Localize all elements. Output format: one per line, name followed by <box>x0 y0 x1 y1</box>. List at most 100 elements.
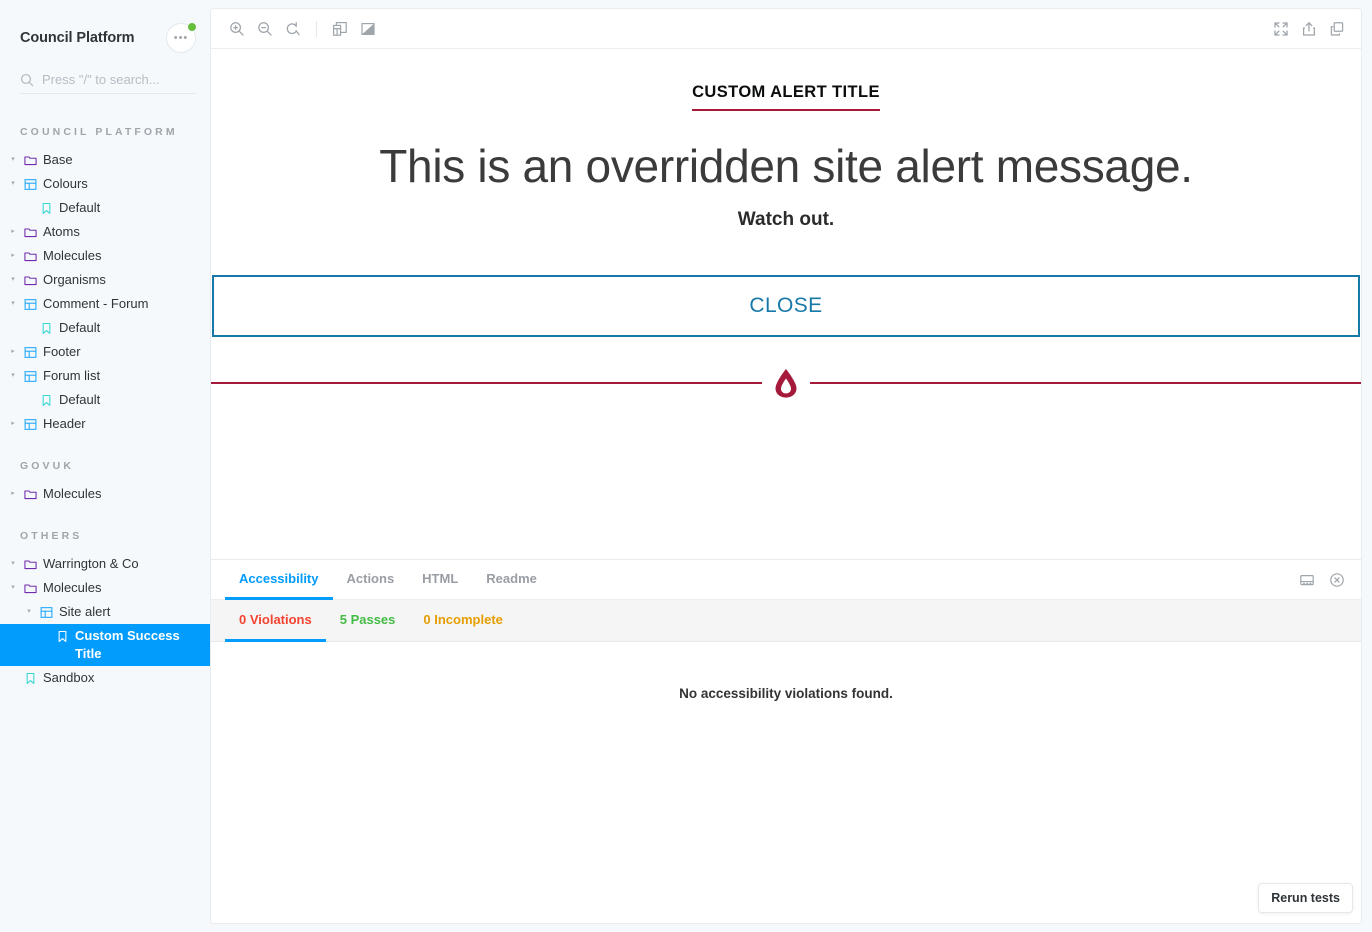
folder-icon <box>24 155 37 165</box>
folder-icon-wrap <box>24 485 37 503</box>
zoom-out-icon[interactable] <box>251 15 279 43</box>
background-icon[interactable] <box>354 15 382 43</box>
zoom-in-icon[interactable] <box>223 15 251 43</box>
dock-bottom-icon[interactable] <box>1293 566 1321 594</box>
chevron-down-icon[interactable] <box>8 579 18 597</box>
sidebar-item-label: Colours <box>43 176 88 191</box>
chevron-right-icon[interactable] <box>8 343 18 361</box>
sidebar-item-organisms[interactable]: Organisms <box>0 268 210 292</box>
rerun-tests-button[interactable]: Rerun tests <box>1258 883 1353 913</box>
sidebar-item-molecules[interactable]: Molecules <box>0 244 210 268</box>
accessibility-results: No accessibility violations found. Rerun… <box>211 642 1361 923</box>
chevron-down-icon[interactable] <box>8 175 18 193</box>
sidebar-menu-button[interactable]: ••• <box>166 22 197 53</box>
a11y-tab-0-incomplete[interactable]: 0 Incomplete <box>409 600 516 642</box>
component-icon <box>40 606 53 618</box>
alert-close-button[interactable]: CLOSE <box>212 275 1360 337</box>
sidebar-item-label: Forum list <box>43 368 101 383</box>
chevron-right-icon[interactable] <box>8 415 18 433</box>
sidebar-tree: Council Platform Base Colours Default Atoms M… <box>0 116 210 932</box>
sidebar-section-spacer <box>0 506 210 520</box>
tab-actions[interactable]: Actions <box>333 560 409 600</box>
story-icon-wrap <box>56 627 69 645</box>
addon-tab-bar: Accessibility Actions HTML Readme <box>211 560 1361 600</box>
tab-readme[interactable]: Readme <box>472 560 551 600</box>
sidebar-item-atoms[interactable]: Atoms <box>0 220 210 244</box>
sidebar-item-site-alert[interactable]: Site alert <box>0 600 210 624</box>
chevron-down-icon[interactable] <box>8 367 18 385</box>
alert-subtext: Watch out. <box>737 209 835 230</box>
sidebar-item-header[interactable]: Header <box>0 412 210 436</box>
story-icon <box>26 672 35 684</box>
sidebar-item-default[interactable]: Default <box>0 196 210 220</box>
alert-title-text: Custom Alert Title <box>692 83 880 111</box>
sidebar-item-warrington-co[interactable]: Warrington & Co <box>0 552 210 576</box>
sidebar-item-label: Organisms <box>43 272 106 287</box>
folder-icon <box>24 583 37 593</box>
component-icon <box>24 370 37 382</box>
component-icon <box>24 298 37 310</box>
folder-icon <box>24 251 37 261</box>
story-icon-wrap <box>40 199 53 217</box>
folder-icon <box>24 227 37 237</box>
folder-icon-wrap <box>24 247 37 265</box>
chevron-down-icon[interactable] <box>24 603 34 621</box>
chevron-right-icon[interactable] <box>8 247 18 265</box>
grid-icon[interactable] <box>326 15 354 43</box>
sidebar-item-label: Site alert <box>59 604 111 619</box>
copy-icon[interactable] <box>1323 15 1351 43</box>
tab-accessibility[interactable]: Accessibility <box>225 560 333 600</box>
chevron-down-icon[interactable] <box>8 151 18 169</box>
share-icon[interactable] <box>1295 15 1323 43</box>
fullscreen-icon[interactable] <box>1267 15 1295 43</box>
sidebar-item-default[interactable]: Default <box>0 388 210 412</box>
story-icon <box>42 202 51 214</box>
close-panel-icon[interactable] <box>1323 566 1351 594</box>
story-icon <box>58 630 67 642</box>
toolbar-divider <box>316 20 317 37</box>
toolbar-right-group <box>1267 15 1351 43</box>
sidebar-item-label: Sandbox <box>43 670 95 685</box>
story-icon <box>42 322 51 334</box>
alert-title: Custom Alert Title <box>211 83 1361 111</box>
sidebar-item-colours[interactable]: Colours <box>0 172 210 196</box>
canvas-toolbar <box>211 9 1361 49</box>
folder-icon <box>24 559 37 569</box>
chevron-down-icon[interactable] <box>8 271 18 289</box>
chevron-down-icon[interactable] <box>8 555 18 573</box>
a11y-tab-0-violations[interactable]: 0 Violations <box>225 600 326 642</box>
story-icon <box>42 394 51 406</box>
search-box[interactable] <box>20 72 196 94</box>
folder-icon-wrap <box>24 579 37 597</box>
sidebar-item-label: Default <box>59 200 101 215</box>
tab-html[interactable]: HTML <box>408 560 472 600</box>
chevron-right-icon[interactable] <box>8 485 18 503</box>
component-icon-wrap <box>24 367 37 385</box>
sidebar-item-sandbox[interactable]: Sandbox <box>0 666 210 690</box>
sidebar-item-default[interactable]: Default <box>0 316 210 340</box>
sidebar-item-footer[interactable]: Footer <box>0 340 210 364</box>
a11y-tab-5-passes[interactable]: 5 Passes <box>326 600 410 642</box>
sidebar-item-molecules[interactable]: Molecules <box>0 576 210 600</box>
component-icon-wrap <box>24 175 37 193</box>
chevron-right-icon[interactable] <box>8 223 18 241</box>
sidebar-item-comment-forum[interactable]: Comment - Forum <box>0 292 210 316</box>
zoom-reset-icon[interactable] <box>279 15 307 43</box>
sidebar-item-label: Molecules <box>43 486 102 501</box>
sidebar-item-label: Atoms <box>43 224 80 239</box>
sidebar-section-heading: Council Platform <box>20 126 178 138</box>
accessibility-result-tabs: 0 Violations 5 Passes 0 Incomplete <box>211 600 1361 642</box>
sidebar-item-forum-list[interactable]: Forum list <box>0 364 210 388</box>
droplet-icon <box>772 367 800 399</box>
addons-panel: Accessibility Actions HTML Readme 0 Viol… <box>211 559 1361 923</box>
chevron-down-icon[interactable] <box>8 295 18 313</box>
sidebar-item-molecules[interactable]: Molecules <box>0 482 210 506</box>
addon-tabs-list: Accessibility Actions HTML Readme <box>225 560 551 600</box>
sidebar-item-label: Comment - Forum <box>43 296 149 311</box>
folder-icon-wrap <box>24 271 37 289</box>
sidebar-item-base[interactable]: Base <box>0 148 210 172</box>
sidebar-item-custom-success-title[interactable]: Custom Success Title <box>0 624 210 666</box>
search-input[interactable] <box>42 72 196 87</box>
component-icon-wrap <box>24 343 37 361</box>
component-icon-wrap <box>40 603 53 621</box>
